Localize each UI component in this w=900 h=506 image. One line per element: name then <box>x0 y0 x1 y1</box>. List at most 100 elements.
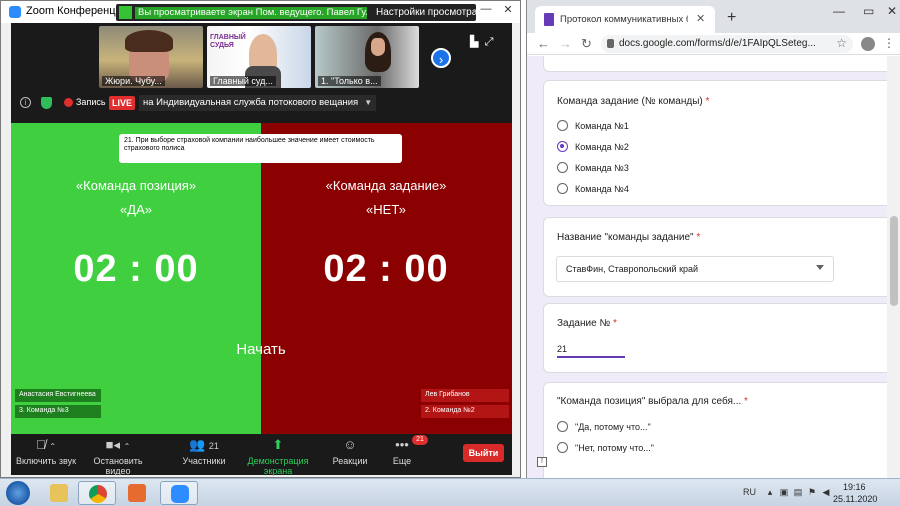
question-title-text: Команда задание (№ команды) <box>557 96 703 107</box>
screen-share-banner: Вы просматриваете экран Пом. ведущего. П… <box>116 4 488 21</box>
team-name-dropdown[interactable]: СтавФин, Ставропольский край <box>556 256 834 282</box>
leave-button[interactable]: Выйти <box>463 444 504 462</box>
dropdown-value: СтавФин, Ставропольский край <box>566 264 699 274</box>
participant-hair <box>125 30 173 52</box>
reactions-button[interactable]: ☺ Реакции <box>329 437 371 466</box>
participant-tag-team: 2. Команда №2 <box>421 405 509 418</box>
start-button[interactable] <box>6 481 30 505</box>
tray-app-icon[interactable]: ▣ <box>779 487 789 498</box>
participant-name: Главный суд... <box>210 76 276 86</box>
view-options-button[interactable]: Настройки просмотра ⌄ <box>376 7 488 18</box>
participant-tag-name: Лев Грибанов <box>421 389 509 402</box>
next-participants-button[interactable]: › <box>431 48 451 68</box>
radio-team-2[interactable] <box>557 141 568 152</box>
profile-avatar-icon[interactable] <box>861 37 875 51</box>
option-label: "Нет, потому что..." <box>575 443 654 453</box>
required-mark: * <box>696 232 701 243</box>
taskbar-media-player[interactable] <box>118 481 156 505</box>
radio-team-1[interactable] <box>557 120 568 131</box>
unmute-button[interactable]: 🎙̸ ⌃ Включить звук <box>13 437 79 466</box>
tray-expand-icon[interactable]: ▴ <box>765 487 775 498</box>
required-mark: * <box>612 318 617 329</box>
back-icon[interactable]: ← <box>537 36 550 51</box>
task-team-pane: «Команда задание» «НЕТ» 02 : 00 Лев Гриб… <box>261 123 512 434</box>
radio-no[interactable] <box>557 442 568 453</box>
info-icon[interactable]: i <box>20 97 31 108</box>
language-indicator[interactable]: RU <box>743 487 756 497</box>
shared-screen: «Команда позиция» «ДА» 02 : 00 Анастасия… <box>11 123 512 434</box>
feedback-icon[interactable]: ! <box>537 457 547 467</box>
tray-volume-icon[interactable]: ◀ <box>821 487 831 498</box>
new-tab-button[interactable]: + <box>727 9 736 27</box>
question-card-team-number: Команда задание (№ команды) * Команда №1… <box>543 80 887 206</box>
start-button[interactable]: Начать <box>211 341 311 358</box>
question-title: Задание № * <box>557 318 617 329</box>
question-title-text: Название "команды задание" <box>557 232 694 243</box>
smiley-icon: ☺ <box>343 437 357 452</box>
minimize-icon[interactable]: — <box>479 3 493 20</box>
participant-video-1[interactable]: Жюри. Чубу... <box>99 26 203 88</box>
question-card-task-number: Задание № * 21 <box>543 303 887 373</box>
chevron-down-icon: ▼ <box>364 98 373 107</box>
task-number-input[interactable]: 21 <box>557 344 625 358</box>
url-field[interactable]: docs.google.com/forms/d/e/1FAIpQLSeteg..… <box>601 35 853 53</box>
maximize-icon[interactable]: ▭ <box>863 4 874 18</box>
microphone-muted-icon: 🎙̸ ⌃ <box>35 437 57 452</box>
option-label: Команда №2 <box>575 142 629 152</box>
task-team-title: «Команда задание» <box>325 178 447 193</box>
stop-video-button[interactable]: ■◂ ⌃ Остановить видео <box>81 437 155 476</box>
minimize-icon[interactable]: — <box>833 4 845 18</box>
close-window-icon[interactable]: ✕ <box>887 4 897 18</box>
question-title-text: "Команда позиция" выбрала для себя... <box>557 396 742 407</box>
page-scrollbar[interactable] <box>887 56 900 478</box>
question-card: 21. При выборе страховой компании наибол… <box>119 134 402 163</box>
gallery-view-controls[interactable]: ▙ ⤢ <box>470 35 493 49</box>
reload-icon[interactable]: ↻ <box>581 36 592 52</box>
tray-network-icon[interactable]: ▤ <box>793 487 803 498</box>
kebab-menu-icon[interactable]: ⋮ <box>883 36 895 50</box>
record-label[interactable]: Запись <box>76 97 106 107</box>
clock-time[interactable]: 19:16 <box>843 482 866 492</box>
close-icon[interactable]: ✕ <box>501 3 515 20</box>
position-team-title: «Команда позиция» <box>75 178 197 193</box>
tab-google-form[interactable]: Протокол коммуникативных бо ✕ <box>535 6 715 33</box>
bookmark-star-icon[interactable]: ☆ <box>836 36 847 50</box>
participant-video-3[interactable]: 1. "Только в... <box>315 26 419 88</box>
notification-badge: 21 <box>412 435 428 445</box>
taskbar-explorer[interactable] <box>40 481 78 505</box>
question-title-text: Задание № <box>557 318 611 329</box>
forward-icon[interactable]: → <box>559 36 572 51</box>
question-title: "Команда позиция" выбрала для себя... * <box>557 396 748 407</box>
record-icon <box>64 98 73 107</box>
taskbar-zoom[interactable] <box>160 481 198 505</box>
chrome-icon <box>89 485 107 503</box>
zoom-window: Zoom Конференция Вы просматриваете экран… <box>0 0 521 478</box>
radio-team-3[interactable] <box>557 162 568 173</box>
tab-strip: Протокол коммуникативных бо ✕ + — ▭ ✕ <box>527 0 900 33</box>
tray-flag-icon[interactable]: ⚑ <box>807 487 817 498</box>
question-card-position-choice: "Команда позиция" выбрала для себя... * … <box>543 382 887 478</box>
position-team-answer: «ДА» <box>120 202 152 217</box>
scrollbar-thumb[interactable] <box>890 216 898 306</box>
google-forms-icon <box>544 13 554 26</box>
zoom-logo-icon <box>9 6 21 18</box>
zoom-meeting-area: Жюри. Чубу... ГЛАВНЫЙ СУДЬЯ Главный суд..… <box>11 23 512 476</box>
participant-video-2[interactable]: ГЛАВНЫЙ СУДЬЯ Главный суд... <box>207 26 311 88</box>
option-label: "Да, потому что..." <box>575 422 651 432</box>
taskbar-chrome[interactable] <box>78 481 116 505</box>
shield-icon[interactable] <box>41 97 52 109</box>
radio-yes[interactable] <box>557 421 568 432</box>
folder-icon <box>50 484 68 502</box>
url-text: docs.google.com/forms/d/e/1FAIpQLSeteg..… <box>619 38 816 49</box>
required-mark: * <box>705 96 710 107</box>
chrome-window: Протокол коммуникативных бо ✕ + — ▭ ✕ ← … <box>526 0 900 478</box>
chevron-down-icon <box>816 265 824 270</box>
participant-tag-name: Анастасия Евстигнеева <box>15 389 101 402</box>
participants-button[interactable]: 👥 21 Участники <box>177 437 231 466</box>
clock-date[interactable]: 25.11.2020 <box>833 494 877 504</box>
radio-team-4[interactable] <box>557 183 568 194</box>
streaming-service-dropdown[interactable]: на Индивидуальная служба потокового веща… <box>139 95 377 111</box>
share-screen-button[interactable]: ⬆ Демонстрация экрана <box>235 437 321 476</box>
question-title: Команда задание (№ команды) * <box>557 96 709 107</box>
close-tab-icon[interactable]: ✕ <box>696 12 705 25</box>
